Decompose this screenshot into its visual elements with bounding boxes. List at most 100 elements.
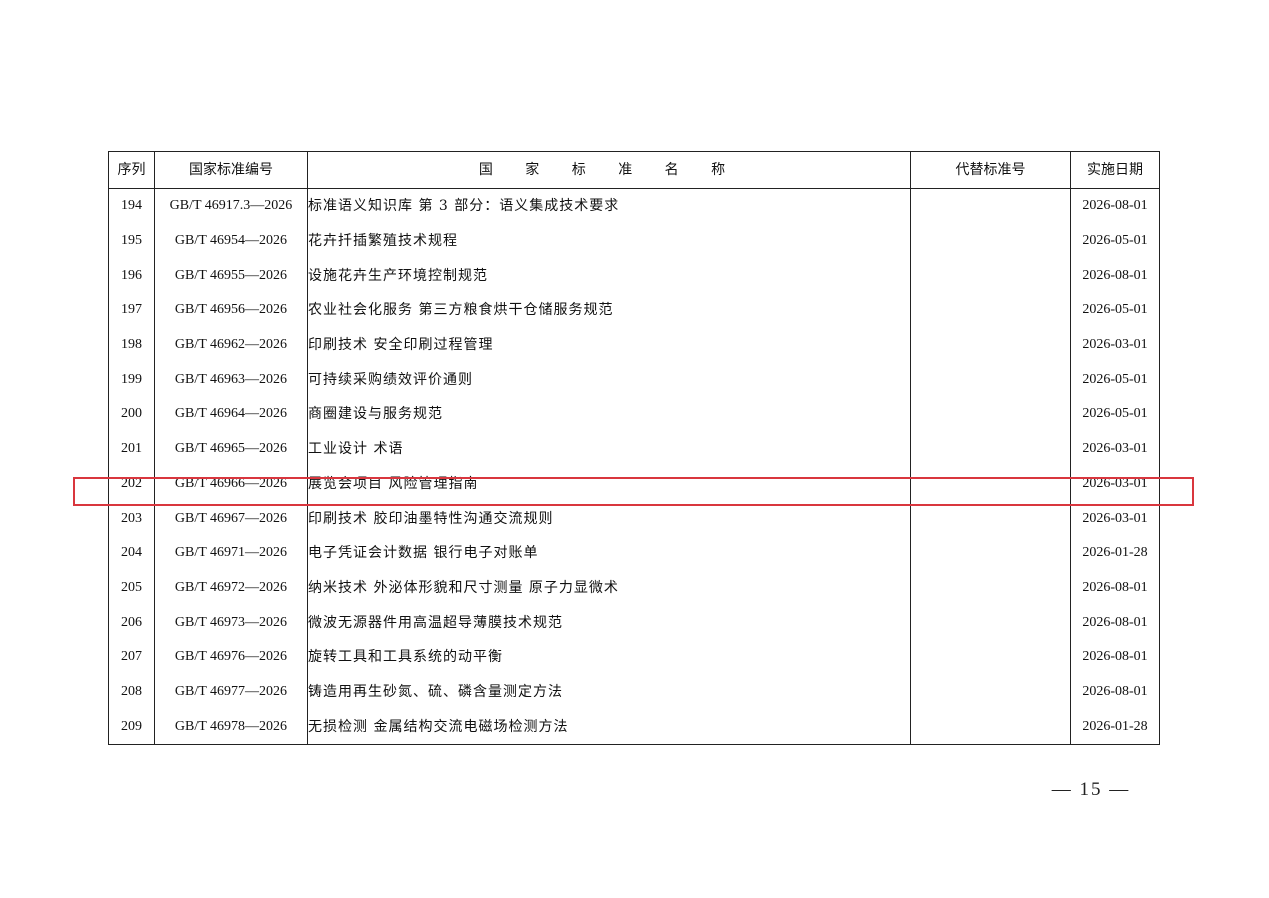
cell-date: 2026-08-01 (1070, 188, 1160, 224)
cell-date: 2026-03-01 (1070, 501, 1160, 536)
cell-name: 电子凭证会计数据 银行电子对账单 (307, 535, 911, 571)
cell-code: GB/T 46973—2026 (154, 605, 308, 640)
cell-replaced (910, 570, 1071, 606)
cell-seq: 206 (108, 605, 155, 640)
table-row: 196 GB/T 46955—2026 设施花卉生产环境控制规范 2026-08-01 (108, 258, 1160, 294)
cell-code: GB/T 46963—2026 (154, 362, 308, 398)
cell-replaced (910, 188, 1071, 224)
cell-replaced (910, 639, 1071, 675)
table-row: 199 GB/T 46963—2026 可持续采购绩效评价通则 2026-05-01 (108, 362, 1160, 398)
cell-seq: 198 (108, 327, 155, 363)
cell-name: 可持续采购绩效评价通则 (307, 362, 911, 398)
cell-code: GB/T 46962—2026 (154, 327, 308, 363)
cell-code: GB/T 46972—2026 (154, 570, 308, 606)
cell-code: GB/T 46976—2026 (154, 639, 308, 675)
cell-date: 2026-08-01 (1070, 605, 1160, 640)
cell-replaced (910, 709, 1071, 746)
cell-name: 无损检测 金属结构交流电磁场检测方法 (307, 709, 911, 746)
cell-replaced (910, 223, 1071, 259)
cell-replaced (910, 431, 1071, 467)
table-header: 序列 国家标准编号 国 家 标 准 名 称 代替标准号 实施日期 (108, 151, 1160, 189)
cell-code: GB/T 46955—2026 (154, 258, 308, 294)
cell-seq: 197 (108, 293, 155, 328)
cell-date: 2026-08-01 (1070, 674, 1160, 710)
cell-date: 2026-03-01 (1070, 327, 1160, 363)
cell-code: GB/T 46971—2026 (154, 535, 308, 571)
cell-date: 2026-01-28 (1070, 535, 1160, 571)
table-body: 194 GB/T 46917.3—2026 标准语义知识库 第 3 部分：语义集成技… (108, 188, 1160, 746)
cell-date: 2026-03-01 (1070, 431, 1160, 467)
cell-name: 铸造用再生砂氮、硫、磷含量测定方法 (307, 674, 911, 710)
header-code: 国家标准编号 (154, 151, 308, 189)
cell-date: 2026-05-01 (1070, 293, 1160, 328)
cell-replaced (910, 674, 1071, 710)
standards-table: 序列 国家标准编号 国 家 标 准 名 称 代替标准号 实施日期 194 GB/T… (108, 151, 1160, 746)
cell-name: 设施花卉生产环境控制规范 (307, 258, 911, 294)
cell-name: 纳米技术 外泌体形貌和尺寸测量 原子力显微术 (307, 570, 911, 606)
cell-date: 2026-03-01 (1070, 466, 1160, 502)
cell-seq: 205 (108, 570, 155, 606)
cell-date: 2026-08-01 (1070, 570, 1160, 606)
table-row: 206 GB/T 46973—2026 微波无源器件用高温超导薄膜技术规范 2026-… (108, 605, 1160, 640)
cell-replaced (910, 466, 1071, 502)
table-row: 197 GB/T 46956—2026 农业社会化服务 第三方粮食烘干仓储服务规范 2… (108, 293, 1160, 328)
cell-code: GB/T 46965—2026 (154, 431, 308, 467)
cell-replaced (910, 327, 1071, 363)
cell-name: 工业设计 术语 (307, 431, 911, 467)
cell-seq: 194 (108, 188, 155, 224)
cell-replaced (910, 397, 1071, 432)
cell-name: 印刷技术 安全印刷过程管理 (307, 327, 911, 363)
cell-code: GB/T 46954—2026 (154, 223, 308, 259)
cell-code: GB/T 46978—2026 (154, 709, 308, 746)
cell-name: 展览会项目 风险管理指南 (307, 466, 911, 502)
table-row: 201 GB/T 46965—2026 工业设计 术语 2026-03-01 (108, 431, 1160, 467)
cell-seq: 202 (108, 466, 155, 502)
cell-seq: 200 (108, 397, 155, 432)
cell-replaced (910, 362, 1071, 398)
table-row: 195 GB/T 46954—2026 花卉扦插繁殖技术规程 2026-05-01 (108, 223, 1160, 259)
cell-seq: 196 (108, 258, 155, 294)
cell-seq: 203 (108, 501, 155, 536)
cell-name: 花卉扦插繁殖技术规程 (307, 223, 911, 259)
cell-date: 2026-08-01 (1070, 258, 1160, 294)
table-row: 209 GB/T 46978—2026 无损检测 金属结构交流电磁场检测方法 2026… (108, 709, 1160, 746)
cell-replaced (910, 501, 1071, 536)
table-row: 207 GB/T 46976—2026 旋转工具和工具系统的动平衡 2026-08-0… (108, 639, 1160, 675)
cell-code: GB/T 46977—2026 (154, 674, 308, 710)
cell-date: 2026-01-28 (1070, 709, 1160, 746)
page-number: — 15 — (1051, 779, 1131, 800)
cell-seq: 201 (108, 431, 155, 467)
cell-code: GB/T 46964—2026 (154, 397, 308, 432)
cell-date: 2026-05-01 (1070, 223, 1160, 259)
table-row: 205 GB/T 46972—2026 纳米技术 外泌体形貌和尺寸测量 原子力显微术… (108, 570, 1160, 606)
cell-name: 微波无源器件用高温超导薄膜技术规范 (307, 605, 911, 640)
header-replaced: 代替标准号 (910, 151, 1071, 189)
cell-seq: 209 (108, 709, 155, 746)
cell-seq: 204 (108, 535, 155, 571)
table-row: 208 GB/T 46977—2026 铸造用再生砂氮、硫、磷含量测定方法 2026-… (108, 674, 1160, 710)
cell-replaced (910, 258, 1071, 294)
cell-name: 印刷技术 胶印油墨特性沟通交流规则 (307, 501, 911, 536)
table-row: 200 GB/T 46964—2026 商圈建设与服务规范 2026-05-01 (108, 397, 1160, 432)
cell-code: GB/T 46967—2026 (154, 501, 308, 536)
cell-replaced (910, 293, 1071, 328)
header-row: 序列 国家标准编号 国 家 标 准 名 称 代替标准号 实施日期 (108, 151, 1160, 189)
cell-name: 旋转工具和工具系统的动平衡 (307, 639, 911, 675)
cell-date: 2026-05-01 (1070, 397, 1160, 432)
table-row: 194 GB/T 46917.3—2026 标准语义知识库 第 3 部分：语义集成技… (108, 188, 1160, 224)
header-date: 实施日期 (1070, 151, 1160, 189)
cell-name: 农业社会化服务 第三方粮食烘干仓储服务规范 (307, 293, 911, 328)
cell-replaced (910, 535, 1071, 571)
cell-date: 2026-08-01 (1070, 639, 1160, 675)
cell-seq: 195 (108, 223, 155, 259)
cell-code: GB/T 46956—2026 (154, 293, 308, 328)
cell-replaced (910, 605, 1071, 640)
table-row: 198 GB/T 46962—2026 印刷技术 安全印刷过程管理 2026-03-0… (108, 327, 1160, 363)
cell-name: 标准语义知识库 第 3 部分：语义集成技术要求 (307, 188, 911, 224)
header-name: 国 家 标 准 名 称 (307, 151, 911, 189)
table-row: 202 GB/T 46966—2026 展览会项目 风险管理指南 2026-03-01 (108, 466, 1160, 502)
cell-code: GB/T 46917.3—2026 (154, 188, 308, 224)
cell-name: 商圈建设与服务规范 (307, 397, 911, 432)
header-seq: 序列 (108, 151, 155, 189)
document-page: 序列 国家标准编号 国 家 标 准 名 称 代替标准号 实施日期 194 GB/T… (0, 0, 1269, 898)
